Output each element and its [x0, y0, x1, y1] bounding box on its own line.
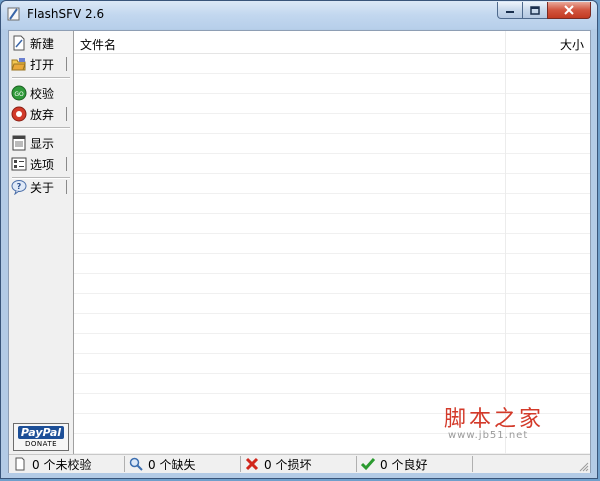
maximize-button[interactable] [522, 2, 548, 19]
toolbar-divider [66, 107, 67, 121]
svg-text:?: ? [17, 182, 22, 191]
status-damaged: 0 个损坏 [241, 456, 357, 472]
close-button[interactable] [547, 2, 591, 19]
donate-label: DONATE [24, 440, 58, 448]
new-file-icon [13, 35, 25, 51]
sidebar-item-new[interactable]: 新建 [11, 33, 69, 53]
toolbar-divider [66, 157, 67, 171]
column-header-size[interactable]: 大小 [560, 36, 584, 53]
red-x-icon [245, 457, 259, 471]
client-area: 新建 打开 GO 校验 放弃 显示 选项 ? 关于 PayPal DONATE … [8, 30, 591, 473]
sidebar-item-options[interactable]: 选项 [11, 154, 69, 174]
status-good-text: 0 个良好 [380, 457, 428, 472]
stop-icon [11, 106, 27, 122]
close-icon [564, 5, 574, 15]
sidebar-item-about[interactable]: ? 关于 [11, 177, 69, 197]
toolbar-divider [66, 57, 67, 71]
status-unchecked-text: 0 个未校验 [32, 457, 92, 472]
separator [12, 127, 70, 129]
watermark-url: www.jb51.net [448, 430, 529, 441]
sidebar-item-verify[interactable]: GO 校验 [11, 83, 69, 103]
minimize-icon [506, 11, 514, 13]
magnifier-icon [129, 457, 143, 471]
unchecked-file-icon [15, 457, 25, 471]
file-list[interactable]: 文件名 大小 脚本之家 www.jb51.net [74, 31, 590, 454]
status-damaged-text: 0 个损坏 [264, 457, 312, 472]
sidebar-item-open[interactable]: 打开 [11, 54, 69, 74]
sidebar-item-abort[interactable]: 放弃 [11, 104, 69, 124]
column-divider [505, 31, 506, 454]
options-icon [11, 157, 27, 171]
paypal-logo: PayPal [17, 426, 65, 439]
sidebar-item-label: 关于 [30, 180, 55, 195]
sidebar-item-label: 新建 [30, 36, 55, 51]
sidebar-item-label: 打开 [30, 57, 55, 72]
sidebar-item-display[interactable]: 显示 [11, 133, 69, 153]
list-rows-area [74, 54, 590, 454]
watermark: 脚本之家 www.jb51.net [444, 401, 584, 446]
open-folder-icon [11, 58, 26, 71]
column-header-filename[interactable]: 文件名 [80, 36, 116, 53]
maximize-icon [530, 5, 540, 15]
status-missing-text: 0 个缺失 [148, 457, 196, 472]
display-icon [12, 135, 26, 151]
about-help-icon: ? [11, 180, 27, 195]
title-bar[interactable]: FlashSFV 2.6 [1, 1, 597, 29]
app-window: FlashSFV 2.6 新建 打开 GO 校验 放弃 显示 选项 ? 关于 P… [0, 0, 598, 479]
toolbar-divider [66, 180, 67, 194]
status-good: 0 个良好 [357, 456, 473, 472]
resize-grip-icon[interactable] [577, 460, 589, 472]
paypal-donate-button[interactable]: PayPal DONATE [13, 423, 69, 451]
sidebar-item-label: 校验 [30, 86, 55, 101]
status-unchecked: 0 个未校验 [9, 456, 125, 472]
status-bar: 0 个未校验 0 个缺失 0 个损坏 0 个良好 [9, 454, 590, 473]
watermark-text: 脚本之家 [444, 407, 545, 432]
separator [12, 77, 70, 79]
minimize-button[interactable] [497, 2, 523, 19]
svg-text:GO: GO [14, 91, 24, 98]
status-missing: 0 个缺失 [125, 456, 241, 472]
window-title: FlashSFV 2.6 [27, 7, 105, 21]
sidebar-item-label: 显示 [30, 136, 55, 151]
green-check-icon [361, 458, 375, 471]
window-controls [497, 2, 591, 19]
sidebar-toolbar: 新建 打开 GO 校验 放弃 显示 选项 ? 关于 PayPal DONATE [9, 31, 74, 454]
list-header: 文件名 大小 [74, 31, 590, 54]
app-icon [7, 7, 20, 21]
sidebar-item-label: 选项 [30, 157, 55, 172]
sidebar-item-label: 放弃 [30, 107, 55, 122]
go-check-icon: GO [11, 85, 27, 101]
